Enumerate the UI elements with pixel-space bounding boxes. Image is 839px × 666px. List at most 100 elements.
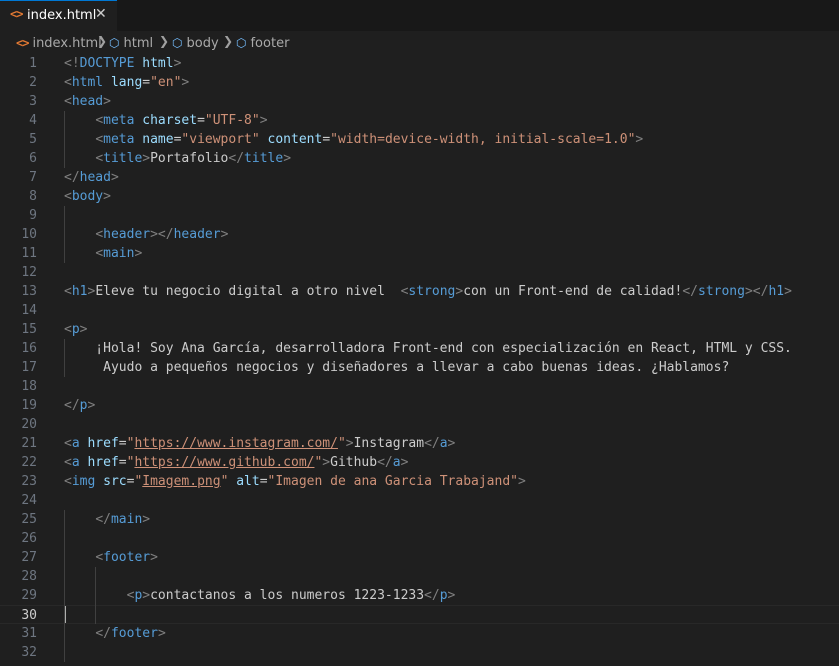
- code-token: >: [455, 284, 464, 299]
- code-line[interactable]: 23 <img src="Imagem.png" alt="Imagen de a…: [0, 472, 839, 491]
- line-number: 11: [21, 246, 37, 261]
- code-text: </p>: [64, 396, 95, 415]
- breadcrumb-item-html[interactable]: ⬡ html: [109, 34, 153, 52]
- code-token: <: [64, 284, 72, 299]
- code-line[interactable]: 21 <a href="https://www.instagram.com/">I…: [0, 434, 839, 453]
- html-file-icon: <>: [10, 7, 23, 21]
- line-number: 15: [21, 322, 37, 337]
- code-token: =: [118, 436, 127, 451]
- code-token: title: [103, 151, 143, 166]
- code-token: >: [173, 56, 182, 71]
- line-number: 24: [21, 493, 37, 508]
- code-token: >: [79, 322, 88, 337]
- line-number: 23: [21, 474, 37, 489]
- code-token: ></: [744, 284, 769, 299]
- code-token: =: [259, 474, 268, 489]
- chevron-right-icon: ❯: [159, 34, 170, 48]
- code-token: =: [142, 75, 151, 90]
- code-token: <: [64, 322, 72, 337]
- code-line[interactable]: 30: [0, 605, 839, 624]
- code-line[interactable]: 13 <h1>Eleve tu negocio digital a otro ni…: [0, 282, 839, 301]
- code-token: <: [95, 113, 104, 128]
- code-token: header: [173, 227, 221, 242]
- code-line[interactable]: 15 <p>: [0, 320, 839, 339]
- code-line[interactable]: 22 <a href="https://www.github.com/">Gith…: [0, 453, 839, 472]
- code-token: >: [635, 132, 644, 147]
- code-token: strong: [408, 284, 456, 299]
- code-line[interactable]: 25 </main>: [0, 510, 839, 529]
- close-icon[interactable]: ✕: [95, 6, 107, 22]
- indent-guide: [64, 510, 65, 662]
- code-token: <: [64, 94, 72, 109]
- code-token: head: [71, 94, 104, 109]
- code-line[interactable]: 16 ¡Hola! Soy Ana García, desarrolladora…: [0, 339, 839, 358]
- code-line[interactable]: 17 Ayudo a pequeños negocios y diseñador…: [0, 358, 839, 377]
- breadcrumb-item-file[interactable]: <> index.html: [16, 34, 102, 52]
- code-token: >: [447, 588, 456, 603]
- code-line[interactable]: 31 </footer>: [0, 624, 839, 643]
- code-line[interactable]: 12: [0, 263, 839, 282]
- code-token: p: [71, 322, 80, 337]
- code-token: >: [181, 75, 190, 90]
- code-token: <: [64, 455, 72, 470]
- code-line[interactable]: 19 </p>: [0, 396, 839, 415]
- code-text: <html lang="en">: [64, 73, 189, 92]
- code-line[interactable]: 24: [0, 491, 839, 510]
- code-token: https://www.instagram.com/: [134, 436, 338, 451]
- code-line[interactable]: 28: [0, 567, 839, 586]
- code-token: </: [424, 436, 440, 451]
- code-token: title: [244, 151, 284, 166]
- code-token: >: [142, 512, 151, 527]
- indent-guide: [64, 339, 65, 377]
- tab-index-html[interactable]: <> index.html ✕: [0, 0, 117, 31]
- code-token: <!: [64, 56, 80, 71]
- code-token: <: [95, 151, 104, 166]
- line-number: 22: [21, 455, 37, 470]
- line-number: 13: [21, 284, 37, 299]
- code-token: header: [103, 227, 151, 242]
- code-token: =: [197, 113, 205, 128]
- code-line[interactable]: 32: [0, 643, 839, 662]
- line-number: 26: [21, 531, 37, 546]
- code-line[interactable]: 6 <title>Portafolio</title>: [0, 149, 839, 168]
- breadcrumb-item-footer[interactable]: ⬡ footer: [236, 34, 289, 52]
- indent-guide: [95, 567, 96, 624]
- code-token: meta: [103, 132, 135, 147]
- line-number: 5: [29, 132, 37, 147]
- code-line[interactable]: 14: [0, 301, 839, 320]
- code-line[interactable]: 1 <!DOCTYPE html>: [0, 54, 839, 73]
- code-line[interactable]: 5 <meta name="viewport" content="width=d…: [0, 130, 839, 149]
- code-text: ¡Hola! Soy Ana García, desarrolladora Fr…: [64, 339, 792, 358]
- code-line[interactable]: 8 <body>: [0, 187, 839, 206]
- code-token: >: [345, 436, 354, 451]
- code-line[interactable]: 4 <meta charset="UTF-8">: [0, 111, 839, 130]
- line-number: 17: [21, 360, 37, 375]
- code-line[interactable]: 3 <head>: [0, 92, 839, 111]
- code-editor[interactable]: 1 <!DOCTYPE html> 2 <html lang="en"> 3 <head>…: [0, 53, 839, 666]
- code-line[interactable]: 7 </head>: [0, 168, 839, 187]
- line-number: 6: [29, 151, 37, 166]
- code-token: >: [142, 588, 151, 603]
- code-token: >: [283, 151, 292, 166]
- code-line[interactable]: 2 <html lang="en">: [0, 73, 839, 92]
- breadcrumb-item-body[interactable]: ⬡ body: [172, 34, 219, 52]
- code-line[interactable]: 11 <main>: [0, 244, 839, 263]
- code-token: footer: [103, 550, 151, 565]
- code-line[interactable]: 27 <footer>: [0, 548, 839, 567]
- code-token: content: [267, 132, 323, 147]
- code-line[interactable]: 9: [0, 206, 839, 225]
- code-line[interactable]: 18: [0, 377, 839, 396]
- code-line[interactable]: 26: [0, 529, 839, 548]
- code-line[interactable]: 20: [0, 415, 839, 434]
- code-token: >: [447, 436, 456, 451]
- code-token: href: [87, 455, 119, 470]
- code-text: <main>: [64, 244, 142, 263]
- code-line[interactable]: 29 <p>contactanos a los numeros 1223-123…: [0, 586, 839, 605]
- tab-bar: <> index.html ✕: [0, 0, 839, 31]
- code-text: <footer>: [64, 548, 158, 567]
- code-token: body: [71, 189, 104, 204]
- code-line[interactable]: 10 <header></header>: [0, 225, 839, 244]
